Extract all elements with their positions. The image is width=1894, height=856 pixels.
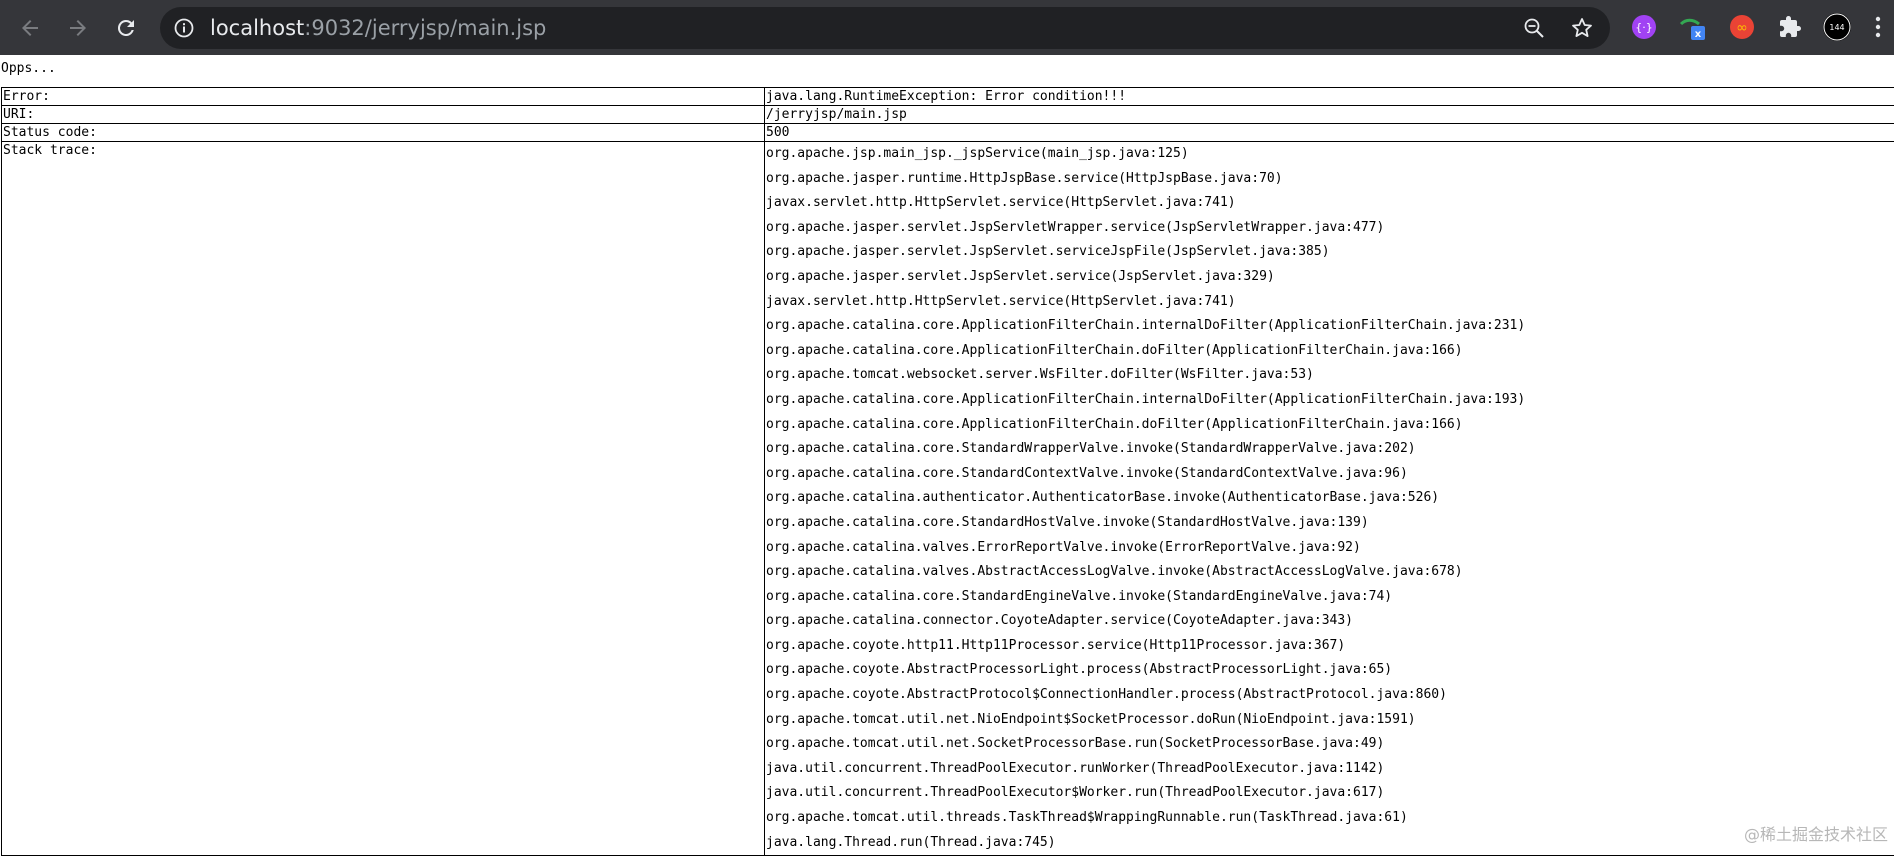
svg-text:x: x	[1695, 29, 1702, 40]
zoom-out-icon[interactable]	[1522, 16, 1546, 40]
extension-purple-icon[interactable]: {·}	[1629, 12, 1659, 42]
stack-trace-line: org.apache.jasper.servlet.JspServlet.ser…	[766, 240, 1893, 265]
row-label-uri: URI:	[2, 106, 765, 124]
stack-trace-line: org.apache.jasper.servlet.JspServlet.ser…	[766, 265, 1893, 290]
row-value-status: 500	[765, 124, 1894, 142]
stack-trace-line: org.apache.catalina.core.StandardContext…	[766, 462, 1893, 487]
svg-text:∞: ∞	[1736, 20, 1748, 36]
stack-trace-line: org.apache.jsp.main_jsp._jspService(main…	[766, 142, 1893, 167]
extension-infinity-icon[interactable]: ∞	[1727, 12, 1757, 42]
stack-trace-line: org.apache.catalina.core.ApplicationFilt…	[766, 388, 1893, 413]
page-content: Opps... Error: java.lang.RuntimeExceptio…	[0, 55, 1894, 851]
stack-trace-line: org.apache.catalina.core.ApplicationFilt…	[766, 339, 1893, 364]
back-button[interactable]	[12, 10, 48, 46]
table-row: Error: java.lang.RuntimeException: Error…	[2, 88, 1894, 106]
watermark: @稀土掘金技术社区	[1744, 821, 1888, 845]
stack-trace-line: org.apache.jasper.runtime.HttpJspBase.se…	[766, 167, 1893, 192]
info-icon[interactable]	[174, 18, 194, 38]
url-path: :9032/jerryjsp/main.jsp	[304, 16, 546, 40]
stack-trace-line: org.apache.tomcat.websocket.server.WsFil…	[766, 363, 1893, 388]
stack-trace-line: org.apache.catalina.core.StandardWrapper…	[766, 437, 1893, 462]
row-label-status: Status code:	[2, 124, 765, 142]
row-label-error: Error:	[2, 88, 765, 106]
star-icon[interactable]	[1570, 16, 1594, 40]
stack-trace-line: org.apache.catalina.core.ApplicationFilt…	[766, 314, 1893, 339]
stack-trace-line: org.apache.catalina.valves.AbstractAcces…	[766, 560, 1893, 585]
stack-trace-line: javax.servlet.http.HttpServlet.service(H…	[766, 290, 1893, 315]
stack-trace-line: org.apache.tomcat.util.net.NioEndpoint$S…	[766, 708, 1893, 733]
error-table: Error: java.lang.RuntimeException: Error…	[1, 87, 1894, 856]
reload-icon	[114, 16, 138, 40]
stack-trace-line: org.apache.catalina.connector.CoyoteAdap…	[766, 609, 1893, 634]
stack-trace-line: org.apache.catalina.core.ApplicationFilt…	[766, 413, 1893, 438]
avatar-badge: 144	[1829, 23, 1844, 32]
stack-trace-line: java.lang.Thread.run(Thread.java:745)	[766, 831, 1893, 856]
row-label-stack: Stack trace:	[2, 142, 765, 856]
stack-trace-line: org.apache.catalina.authenticator.Authen…	[766, 486, 1893, 511]
stack-trace-line: org.apache.catalina.valves.ErrorReportVa…	[766, 536, 1893, 561]
stack-trace-line: org.apache.jasper.servlet.JspServletWrap…	[766, 216, 1893, 241]
page-heading: Opps...	[1, 61, 56, 77]
table-row: Stack trace: org.apache.jsp.main_jsp._js…	[2, 142, 1894, 856]
puzzle-icon[interactable]	[1775, 12, 1805, 42]
forward-button[interactable]	[60, 10, 96, 46]
extension-translate-icon[interactable]: x	[1678, 12, 1708, 42]
stack-trace-line: java.util.concurrent.ThreadPoolExecutor$…	[766, 781, 1893, 806]
stack-trace-line: org.apache.catalina.core.StandardEngineV…	[766, 585, 1893, 610]
stack-trace-line: org.apache.coyote.AbstractProcessorLight…	[766, 658, 1893, 683]
table-row: Status code: 500	[2, 124, 1894, 142]
row-value-error: java.lang.RuntimeException: Error condit…	[765, 88, 1894, 106]
stack-trace-line: javax.servlet.http.HttpServlet.service(H…	[766, 191, 1893, 216]
reload-button[interactable]	[108, 10, 144, 46]
menu-kebab-icon[interactable]	[1866, 12, 1890, 42]
browser-toolbar: localhost:9032/jerryjsp/main.jsp {·} x	[0, 0, 1894, 55]
address-bar[interactable]: localhost:9032/jerryjsp/main.jsp	[160, 7, 1610, 49]
url-text[interactable]: localhost:9032/jerryjsp/main.jsp	[210, 16, 546, 40]
stack-trace-line: org.apache.catalina.core.StandardHostVal…	[766, 511, 1893, 536]
profile-avatar[interactable]: 144	[1822, 12, 1852, 42]
url-host: localhost	[210, 16, 304, 40]
arrow-left-icon	[18, 16, 42, 40]
stack-trace-line: org.apache.coyote.http11.Http11Processor…	[766, 634, 1893, 659]
arrow-right-icon	[66, 16, 90, 40]
stack-trace-line: org.apache.tomcat.util.threads.TaskThrea…	[766, 806, 1893, 831]
svg-text:{·}: {·}	[1635, 21, 1653, 34]
row-value-uri: /jerryjsp/main.jsp	[765, 106, 1894, 124]
stack-trace-line: org.apache.coyote.AbstractProtocol$Conne…	[766, 683, 1893, 708]
stack-trace-line: org.apache.tomcat.util.net.SocketProcess…	[766, 732, 1893, 757]
stack-trace-line: java.util.concurrent.ThreadPoolExecutor.…	[766, 757, 1893, 782]
table-row: URI: /jerryjsp/main.jsp	[2, 106, 1894, 124]
stack-trace-cell: org.apache.jsp.main_jsp._jspService(main…	[765, 142, 1894, 856]
